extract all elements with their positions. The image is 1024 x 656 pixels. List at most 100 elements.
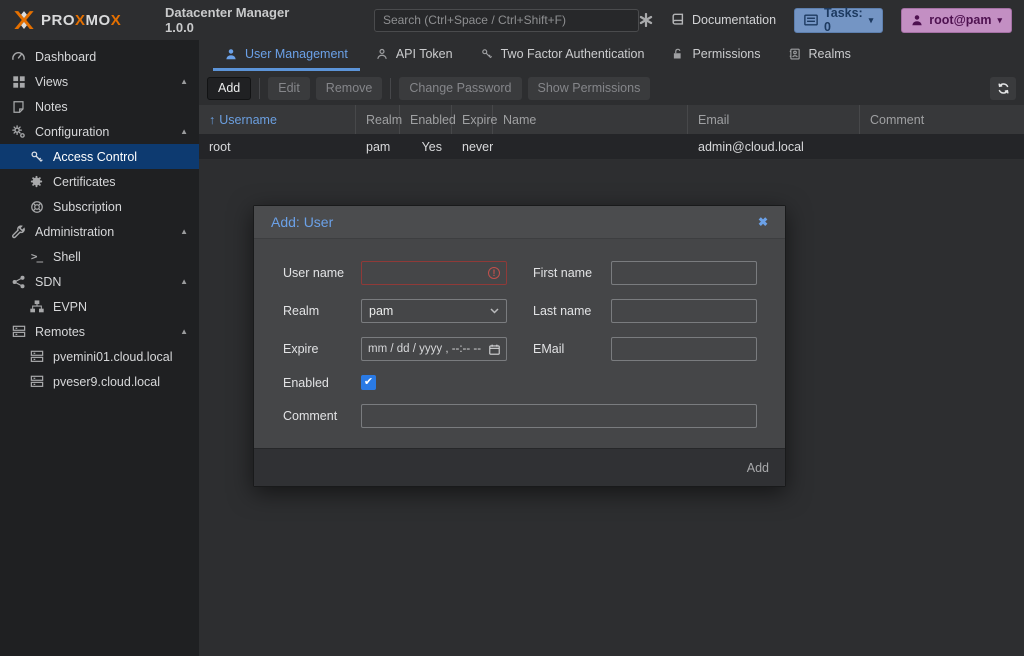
show-permissions-button[interactable]: Show Permissions	[528, 77, 651, 100]
theme-icon[interactable]	[639, 13, 653, 27]
dialog-title: Add: User	[271, 214, 333, 230]
edit-button[interactable]: Edit	[268, 77, 310, 100]
documentation-link[interactable]: Documentation	[671, 13, 776, 27]
refresh-button[interactable]	[990, 77, 1016, 100]
tab-two-factor-authentication[interactable]: Two Factor Authentication	[469, 40, 657, 71]
collapse-arrow-icon[interactable]: ▲	[180, 77, 188, 86]
topbar-actions: Documentation Tasks: 0 ▾ root	[639, 8, 1012, 33]
calendar-icon[interactable]	[489, 344, 500, 355]
gears-icon	[11, 124, 26, 139]
sidebar-item-remotes[interactable]: Remotes ▲	[0, 319, 199, 344]
gauge-icon	[11, 49, 26, 64]
sidebar-item-certificates[interactable]: Certificates	[0, 169, 199, 194]
toolbar: Add Edit Remove Change Password Show Per…	[199, 71, 1024, 105]
column-header-name[interactable]: Name	[493, 105, 688, 134]
expire-date-field[interactable]: mm / dd / yyyy , --:-- --	[361, 337, 507, 361]
chevron-down-icon: ▾	[869, 16, 874, 25]
column-header-username[interactable]: ↑ Username	[199, 105, 356, 134]
sidebar-item-subscription[interactable]: Subscription	[0, 194, 199, 219]
username-field-wrap: !	[361, 261, 507, 285]
column-header-comment[interactable]: Comment	[860, 105, 1024, 134]
tab-api-token[interactable]: API Token	[364, 40, 465, 71]
dialog-footer: Add	[254, 448, 785, 486]
address-book-icon	[789, 48, 801, 60]
unlock-icon	[672, 48, 684, 60]
column-header-expire[interactable]: Expire	[452, 105, 493, 134]
sort-asc-icon: ↑	[209, 113, 215, 127]
sidebar-item-configuration[interactable]: Configuration ▲	[0, 119, 199, 144]
change-password-button[interactable]: Change Password	[399, 77, 521, 100]
search-input[interactable]	[374, 9, 639, 32]
tab-realms[interactable]: Realms	[777, 40, 863, 71]
dialog-header: Add: User ✖	[254, 206, 785, 239]
sidebar-item-access-control[interactable]: Access Control	[0, 144, 199, 169]
sidebar-item-sdn[interactable]: SDN ▲	[0, 269, 199, 294]
realm-label: Realm	[283, 304, 361, 318]
proxmox-brand: PROXMOX	[13, 9, 155, 31]
collapse-arrow-icon[interactable]: ▲	[180, 327, 188, 336]
toolbar-separator	[390, 78, 391, 99]
close-icon[interactable]: ✖	[758, 215, 768, 229]
first-name-label: First name	[533, 266, 611, 280]
cell-enabled: Yes	[400, 140, 452, 154]
life-ring-icon	[29, 199, 44, 214]
column-header-enabled[interactable]: Enabled	[400, 105, 452, 134]
collapse-arrow-icon[interactable]: ▲	[180, 127, 188, 136]
tab-user-management[interactable]: User Management	[213, 40, 360, 71]
collapse-arrow-icon[interactable]: ▲	[180, 227, 188, 236]
sidebar-item-notes[interactable]: Notes	[0, 94, 199, 119]
tab-permissions[interactable]: Permissions	[660, 40, 772, 71]
book-icon	[671, 13, 685, 27]
table-header: ↑ Username Realm Enabled Expire Name Ema…	[199, 105, 1024, 134]
last-name-field[interactable]	[611, 299, 757, 323]
cell-expire: never	[452, 140, 493, 154]
collapse-arrow-icon[interactable]: ▲	[180, 277, 188, 286]
brand-wordmark: PROXMOX	[41, 12, 121, 29]
key-icon	[29, 149, 44, 164]
email-field[interactable]	[611, 337, 757, 361]
chevron-down-icon: ▾	[997, 16, 1002, 25]
enabled-checkbox[interactable]: ✔	[361, 375, 376, 390]
sidebar-item-remote-pvemini01[interactable]: pvemini01.cloud.local	[0, 344, 199, 369]
add-user-dialog: Add: User ✖ User name ! First name Realm…	[253, 205, 786, 487]
note-icon	[11, 99, 26, 114]
app-root: PROXMOX Datacenter Manager 1.0.0 Documen…	[0, 0, 1024, 656]
column-header-email[interactable]: Email	[688, 105, 860, 134]
username-label: User name	[283, 266, 361, 280]
dialog-add-button[interactable]: Add	[747, 461, 769, 475]
dialog-body: User name ! First name Realm pam Last na…	[254, 239, 785, 448]
terminal-icon: >_	[29, 249, 44, 264]
comment-label: Comment	[283, 409, 361, 423]
proxmox-logo-icon	[13, 9, 35, 31]
server-icon	[29, 349, 44, 364]
cell-username: root	[199, 140, 356, 154]
column-header-realm[interactable]: Realm	[356, 105, 400, 134]
user-outline-icon	[376, 48, 388, 60]
key-icon	[481, 48, 493, 60]
cell-email: admin@cloud.local	[688, 140, 860, 154]
realm-select[interactable]: pam	[361, 299, 507, 323]
add-button[interactable]: Add	[207, 77, 251, 100]
remove-button[interactable]: Remove	[316, 77, 383, 100]
comment-field[interactable]	[361, 404, 757, 428]
app-title: Datacenter Manager 1.0.0	[165, 5, 308, 35]
share-nodes-icon	[11, 274, 26, 289]
sidebar-item-dashboard[interactable]: Dashboard	[0, 44, 199, 69]
table-row[interactable]: root pam Yes never admin@cloud.local	[199, 134, 1024, 160]
sidebar-item-shell[interactable]: >_ Shell	[0, 244, 199, 269]
username-field[interactable]	[361, 261, 507, 285]
sidebar-item-evpn[interactable]: EVPN	[0, 294, 199, 319]
error-icon: !	[488, 267, 500, 279]
person-icon	[911, 14, 923, 26]
server-icon	[11, 324, 26, 339]
user-menu-button[interactable]: root@pam ▾	[901, 8, 1012, 33]
sidebar-item-remote-pveser9[interactable]: pveser9.cloud.local	[0, 369, 199, 394]
last-name-label: Last name	[533, 304, 611, 318]
tab-bar: User Management API Token	[199, 40, 1024, 71]
sidebar-item-administration[interactable]: Administration ▲	[0, 219, 199, 244]
first-name-field[interactable]	[611, 261, 757, 285]
sidebar-item-views[interactable]: Views ▲	[0, 69, 199, 94]
tasks-button[interactable]: Tasks: 0 ▾	[794, 8, 883, 33]
user-icon	[225, 48, 237, 60]
chevron-down-icon	[490, 308, 499, 314]
